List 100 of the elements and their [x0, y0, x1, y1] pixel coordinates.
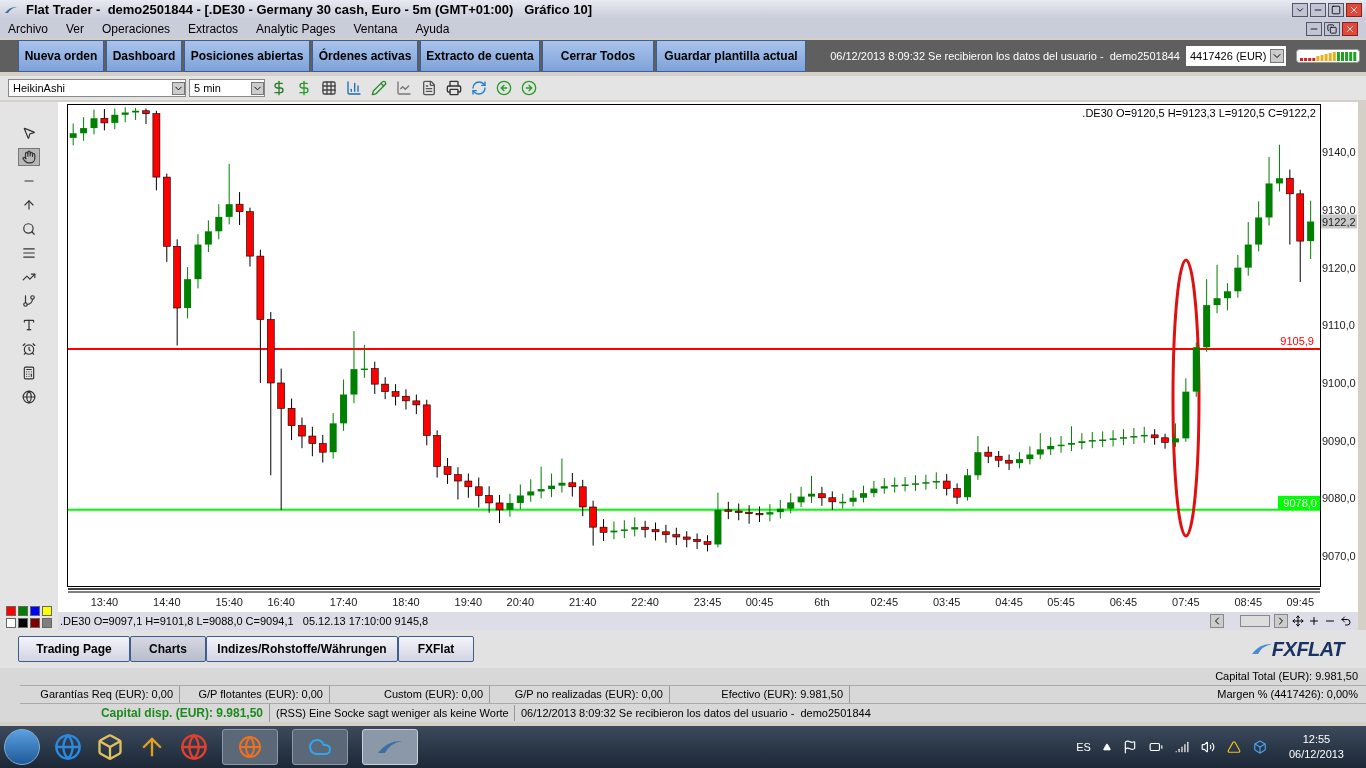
toolbar-button[interactable]: Cerrar Todos [542, 40, 654, 72]
taskbar-app-button[interactable] [362, 729, 418, 765]
app-logo-icon [4, 5, 18, 15]
candlestick [568, 472, 577, 498]
chart-forward-icon[interactable] [521, 80, 537, 96]
bottom-tab[interactable]: FXFlat [398, 636, 474, 662]
price-line[interactable] [67, 347, 1321, 350]
color-swatch[interactable] [18, 606, 28, 616]
language-indicator[interactable]: ES [1076, 738, 1091, 756]
candlestick [1223, 282, 1231, 311]
chart-type-select[interactable]: HeikinAshi [8, 79, 186, 97]
scroll-left-button[interactable] [1210, 614, 1224, 628]
connection-meter-icon [1296, 49, 1360, 63]
color-swatch[interactable] [18, 618, 28, 628]
toolbar-button[interactable]: Posiciones abiertas [184, 40, 310, 72]
toolbar-button[interactable]: Extracto de cuenta [420, 40, 540, 72]
y-axis-label: 9100,0 [1322, 377, 1356, 389]
toolbar-button[interactable]: Nueva orden [18, 40, 104, 72]
candlestick [922, 474, 930, 491]
move-icon[interactable] [1292, 615, 1304, 627]
restore-button[interactable] [1324, 22, 1340, 36]
status-message: 06/12/2013 8:09:32 Se recibieron los datos del usuario - demo2501844 [520, 705, 871, 721]
zoom-in-icon[interactable] [1308, 615, 1320, 627]
line-chart-icon[interactable] [396, 80, 412, 96]
status-field: Custom (EUR): 0,00 [330, 686, 490, 703]
dollar-icon[interactable] [271, 80, 287, 96]
status-message: 06/12/2013 8:09:32 Se recibieron los datos del usuario - demo2501844 [830, 48, 1180, 64]
x-axis-label: 23:45 [693, 596, 722, 608]
menu-item[interactable]: Extractos [188, 20, 239, 38]
candlestick [1286, 169, 1294, 246]
menu-item[interactable]: Analytic Pages [256, 20, 336, 38]
dropdown-button[interactable] [1292, 3, 1308, 17]
bottom-tab[interactable]: Indizes/Rohstoffe/Währungen [206, 636, 398, 662]
ref-line-label: 9078,0 [1283, 496, 1317, 509]
bottom-tab[interactable]: Trading Page [18, 636, 130, 662]
menu-item[interactable]: Operaciones [102, 20, 171, 38]
volume-icon[interactable] [1200, 740, 1215, 754]
candlestick [589, 500, 597, 547]
refresh-icon[interactable] [471, 80, 487, 96]
scroll-thumb[interactable] [1240, 615, 1270, 627]
print-icon[interactable] [446, 80, 462, 96]
color-swatch[interactable] [30, 606, 40, 616]
battery-icon[interactable] [1148, 740, 1163, 754]
browser-icon[interactable] [54, 733, 82, 761]
undo-icon[interactable] [1340, 615, 1352, 627]
hand-icon[interactable] [18, 148, 40, 166]
box-icon[interactable] [1252, 740, 1267, 754]
toolbar-button[interactable]: Dashboard [106, 40, 182, 72]
menu-item[interactable]: Ver [66, 20, 85, 38]
scroll-right-button[interactable] [1274, 614, 1288, 628]
restore-icon [1327, 24, 1337, 34]
start-button[interactable] [4, 729, 40, 765]
y-axis-label: 9130,0 [1322, 203, 1356, 216]
flag-icon[interactable] [1122, 740, 1137, 754]
candlestick [204, 219, 212, 253]
menu-item[interactable]: Ventana [353, 20, 398, 38]
color-swatch[interactable] [30, 618, 40, 628]
maximize-icon [1331, 5, 1341, 15]
y-axis-label: 9090,0 [1322, 434, 1356, 447]
menu-item[interactable]: Ayuda [415, 20, 450, 38]
color-swatch[interactable] [6, 618, 16, 628]
candlestick [1234, 254, 1242, 299]
close-button[interactable] [1342, 22, 1358, 36]
dollar-add-icon[interactable] [296, 80, 312, 96]
x-axis-label: 04:45 [995, 596, 1023, 608]
toolbar-button[interactable]: Guardar plantilla actual [656, 40, 806, 72]
candlestick [662, 524, 670, 544]
bar-info: .DE30 O=9097,1 H=9101,8 L=9088,0 C=9094,1 05.12.13 17:10:00 9145,8 [59, 613, 429, 629]
signal-icon[interactable] [1174, 740, 1189, 754]
tray-expand-icon[interactable] [1102, 743, 1111, 751]
color-swatch[interactable] [42, 618, 52, 628]
edit-chart-icon[interactable] [371, 80, 387, 96]
candlestick [599, 518, 608, 542]
browser-icon[interactable] [180, 733, 208, 761]
minimize-button[interactable] [1306, 22, 1322, 36]
toolbar-button[interactable]: Órdenes activas [312, 40, 418, 72]
candlestick [402, 388, 410, 411]
minimize-button[interactable] [1310, 3, 1326, 17]
color-swatch[interactable] [6, 606, 16, 616]
status-field: Efectivo (EUR): 9.981,50 [670, 686, 850, 703]
clock[interactable]: 12:55 06/12/2013 [1288, 732, 1344, 762]
account-select[interactable]: 4417426 (EUR) [1186, 46, 1286, 66]
color-swatch[interactable] [42, 606, 52, 616]
candlestick [287, 398, 296, 441]
close-button[interactable] [1346, 3, 1362, 17]
maximize-button[interactable] [1328, 3, 1344, 17]
status-field: G/P no realizadas (EUR): 0,00 [490, 686, 670, 703]
x-axis-label: 20:40 [506, 596, 535, 608]
bottom-tab[interactable]: Charts [130, 636, 206, 662]
menu-item[interactable]: Archivo [8, 20, 48, 38]
candlestick [90, 109, 98, 135]
grid-icon[interactable] [321, 80, 337, 96]
candlestick [111, 107, 119, 130]
bar-chart-icon[interactable] [346, 80, 362, 96]
interval-select[interactable]: 5 min [189, 79, 265, 97]
chart-back-icon[interactable] [496, 80, 512, 96]
x-axis-label: 06:45 [1109, 596, 1138, 608]
document-icon[interactable] [421, 80, 437, 96]
dropdown-caret-icon [1270, 49, 1284, 63]
x-axis-label: 14:40 [153, 596, 181, 608]
